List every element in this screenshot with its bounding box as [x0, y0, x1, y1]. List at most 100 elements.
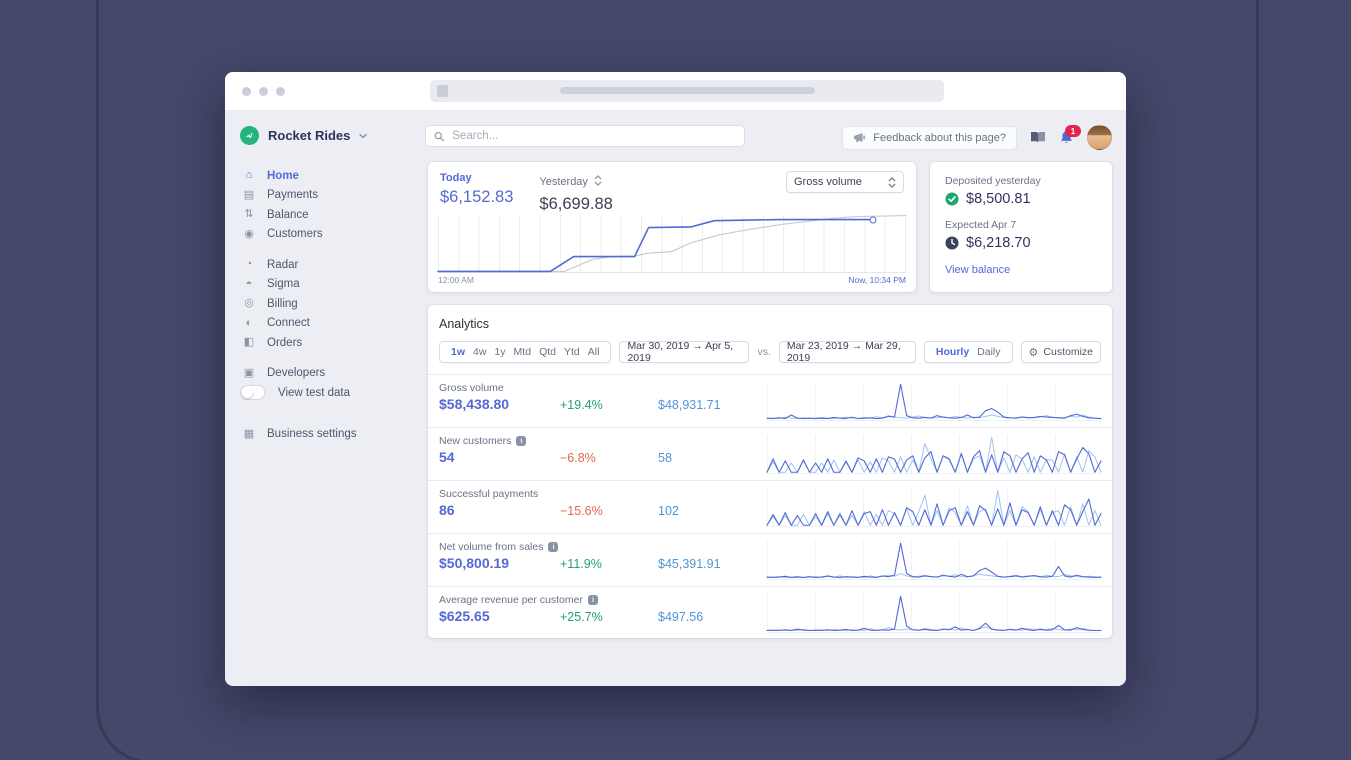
sidebar-item-radar[interactable]: ◔ Radar	[242, 255, 413, 275]
range-ytd[interactable]: Ytd	[560, 346, 584, 358]
gross-volume-sparkline	[767, 382, 1101, 421]
metric-current-value: 86	[439, 502, 455, 518]
sidebar-item-home[interactable]: ⌂ Home	[242, 166, 413, 186]
feedback-button[interactable]: Feedback about this page?	[842, 125, 1017, 150]
user-avatar[interactable]	[1087, 125, 1112, 150]
range-1y[interactable]: 1y	[490, 346, 509, 358]
docs-button[interactable]	[1030, 131, 1046, 144]
metric-row-gross-volume[interactable]: Gross volume $58,438.80 +19.4% $48,931.7…	[428, 374, 1112, 427]
metric-row-net-volume[interactable]: Net volume from sales i $50,800.19 +11.9%…	[428, 533, 1112, 586]
average-revenue-sparkline	[767, 594, 1101, 633]
sidebar-nav: ⌂ Home ▤ Payments ⇅ Balance ◉ Customers	[240, 166, 413, 445]
billing-icon: ◎	[244, 297, 254, 310]
check-circle-icon	[945, 192, 959, 206]
sidebar-item-label: Connect	[267, 317, 310, 330]
interval-daily[interactable]: Daily	[973, 346, 1004, 358]
sidebar: Rocket Rides ⌂ Home ▤ Payments ⇅ Balance	[225, 110, 421, 686]
range-4w[interactable]: 4w	[469, 346, 490, 358]
today-value: $6,152.83	[440, 188, 514, 206]
range-qtd[interactable]: Qtd	[535, 346, 560, 358]
metric-previous-value: 102	[658, 504, 679, 518]
metric-label: Successful payments	[439, 488, 539, 500]
range-all[interactable]: All	[584, 346, 604, 358]
sidebar-item-sigma[interactable]: ◓ Sigma	[242, 275, 413, 295]
today-label: Today	[440, 172, 472, 184]
orders-icon: ◧	[243, 336, 255, 349]
expected-value: $6,218.70	[966, 235, 1031, 251]
metric-previous-value: 58	[658, 451, 672, 465]
metric-row-successful-payments[interactable]: Successful payments 86 −15.6% 102	[428, 480, 1112, 533]
axis-end-label: Now, 10:34 PM	[848, 275, 906, 285]
search-icon	[434, 131, 444, 141]
view-balance-link[interactable]: View balance	[945, 264, 1097, 276]
sidebar-item-developers[interactable]: ▣ Developers	[242, 364, 413, 384]
metric-previous-value: $497.56	[658, 610, 704, 624]
sidebar-item-billing[interactable]: ◎ Billing	[242, 294, 413, 314]
address-bar[interactable]	[430, 80, 944, 102]
payments-icon: ▤	[243, 188, 255, 201]
rocket-icon	[245, 132, 253, 139]
metric-delta: +25.7%	[560, 610, 603, 624]
connect-icon: ◐	[245, 316, 253, 329]
sidebar-item-orders[interactable]: ◧ Orders	[242, 333, 413, 353]
sidebar-item-label: Radar	[267, 258, 299, 271]
previous-date-range[interactable]: Mar 23, 2019 → Mar 29, 2019	[778, 340, 916, 364]
window-maximize-button[interactable]	[276, 87, 285, 96]
metric-previous-value: $48,931.71	[658, 398, 721, 412]
metric-current-value: 54	[439, 449, 455, 465]
sidebar-item-business-settings[interactable]: ▦ Business settings	[242, 425, 413, 445]
sidebar-item-balance[interactable]: ⇅ Balance	[242, 205, 413, 225]
chart-end-marker	[869, 216, 877, 224]
browser-chrome	[225, 72, 1126, 111]
yesterday-metric: Yesterday $6,699.88	[539, 172, 613, 214]
window-minimize-button[interactable]	[259, 87, 268, 96]
sidebar-item-label: Developers	[267, 367, 326, 380]
account-switcher[interactable]: Rocket Rides	[240, 126, 368, 145]
analytics-card: Analytics 1w 4w 1y Mtd Qtd Ytd All Mar 3…	[428, 305, 1112, 638]
sidebar-item-customers[interactable]: ◉ Customers	[242, 225, 413, 245]
notification-badge: 1	[1065, 125, 1081, 137]
metric-label: Net volume from sales	[439, 541, 544, 553]
metric-delta: −6.8%	[560, 451, 596, 465]
main-content: Feedback about this page? 1	[421, 110, 1126, 686]
sidebar-item-connect[interactable]: ◐ Connect	[242, 314, 413, 334]
deposits-card: Deposited yesterday $8,500.81 Expected A…	[930, 162, 1112, 292]
sidebar-item-view-test-data[interactable]: View test data	[240, 383, 413, 403]
vs-label: vs.	[757, 346, 771, 358]
metric-previous-value: $45,391.91	[658, 557, 721, 571]
metric-select-value: Gross volume	[794, 176, 862, 188]
developers-icon: ▣	[243, 366, 255, 379]
info-icon[interactable]: i	[587, 595, 598, 605]
window-close-button[interactable]	[242, 87, 251, 96]
info-icon[interactable]: i	[516, 436, 527, 446]
interval-hourly[interactable]: Hourly	[932, 346, 973, 358]
info-icon[interactable]: i	[548, 542, 559, 552]
overview-header: Today $6,152.83 Yesterday $6,699.88	[440, 172, 613, 214]
metric-current-value: $50,800.19	[439, 555, 510, 571]
yesterday-value: $6,699.88	[539, 195, 613, 213]
gross-volume-chart-canvas	[438, 215, 906, 272]
yesterday-label: Yesterday	[539, 175, 588, 188]
range-mtd[interactable]: Mtd	[510, 346, 536, 358]
search-input[interactable]	[450, 129, 736, 143]
window-controls[interactable]	[242, 87, 285, 96]
range-1w[interactable]: 1w	[447, 346, 469, 358]
comparison-selector[interactable]	[594, 173, 602, 191]
search-bar[interactable]	[425, 125, 745, 147]
metric-select[interactable]: Gross volume	[786, 171, 904, 193]
metric-row-new-customers[interactable]: New customers i 54 −6.8% 58	[428, 427, 1112, 480]
successful-payments-sparkline	[767, 488, 1101, 527]
brand-name: Rocket Rides	[268, 128, 351, 143]
gross-volume-chart	[438, 215, 906, 273]
browser-window: Rocket Rides ⌂ Home ▤ Payments ⇅ Balance	[225, 72, 1126, 686]
sidebar-item-payments[interactable]: ▤ Payments	[242, 186, 413, 206]
notifications-button[interactable]: 1	[1059, 125, 1081, 145]
home-icon: ⌂	[245, 169, 253, 182]
sigma-icon: ◓	[245, 277, 253, 290]
current-date-range[interactable]: Mar 30, 2019 → Apr 5, 2019	[619, 340, 750, 364]
new-customers-sparkline	[767, 435, 1101, 474]
test-data-toggle[interactable]	[240, 385, 265, 401]
metric-row-average-revenue[interactable]: Average revenue per customer i $625.65 +2…	[428, 586, 1112, 639]
brand-logo	[240, 126, 259, 145]
customize-button[interactable]: ⚙ Customize	[1020, 341, 1101, 363]
